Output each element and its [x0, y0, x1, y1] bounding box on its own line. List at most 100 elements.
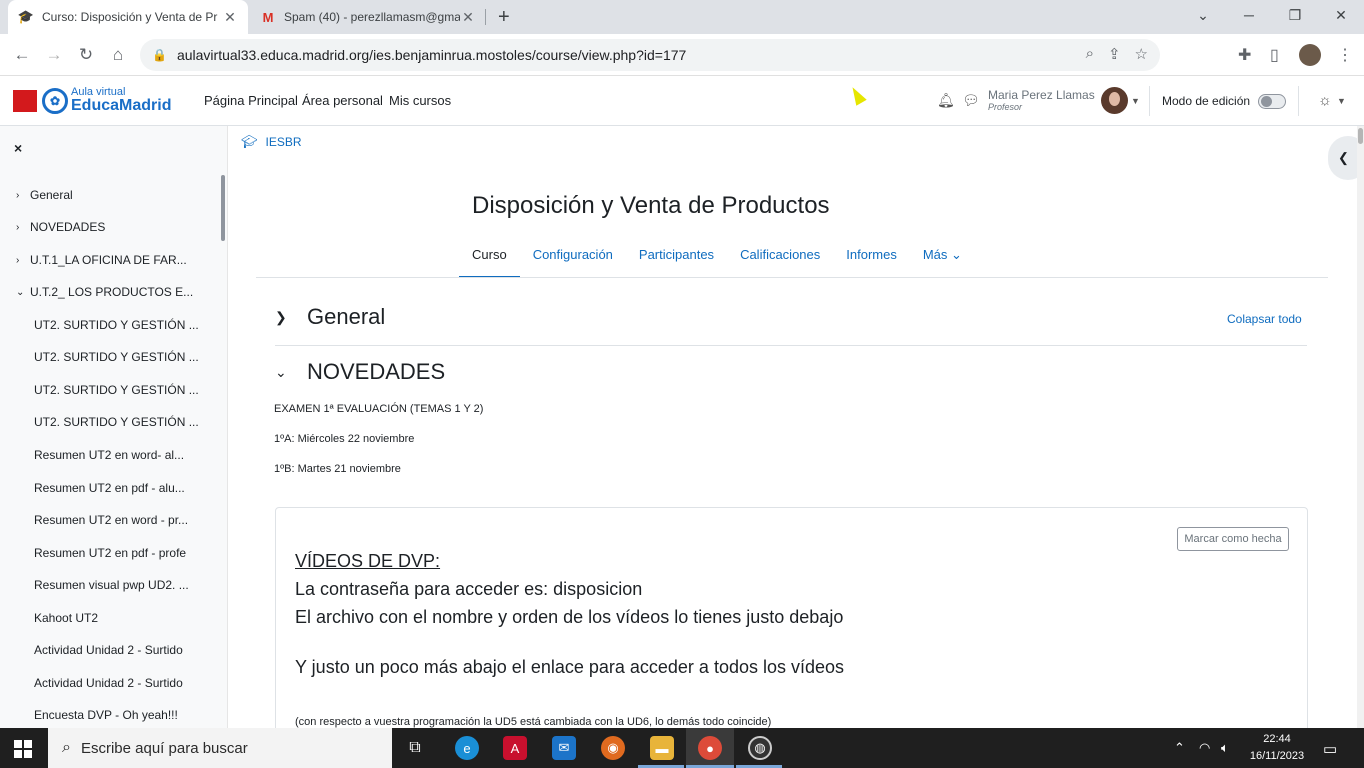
theme-settings-icon[interactable]: ☼ [1318, 92, 1332, 109]
restore-icon[interactable]: ❐ [1272, 0, 1318, 30]
browser-profile-avatar[interactable] [1299, 44, 1321, 66]
drawer-activity[interactable]: Resumen UT2 en pdf - alu... [0, 476, 220, 500]
user-avatar[interactable] [1101, 87, 1128, 114]
logo-bottom-text: EducaMadrid [71, 97, 172, 114]
site-header: ✿ Aula virtual EducaMadrid Página Princi… [0, 76, 1364, 126]
back-icon[interactable]: ← [9, 42, 35, 68]
tab-participants[interactable]: Participantes [626, 244, 727, 278]
nav-home[interactable]: Página Principal [204, 93, 298, 108]
drawer-activity[interactable]: Resumen UT2 en word- al... [0, 443, 220, 467]
exam-date-a: 1ºA: Miércoles 22 noviembre [274, 433, 415, 445]
main-content: 🎓︎ IESBR Disposición y Venta de Producto… [229, 126, 1357, 728]
home-icon[interactable]: ⌂ [105, 42, 131, 68]
tab-search-icon[interactable]: ⌄ [1180, 0, 1226, 30]
vpn-shield-icon[interactable]: ◉ [601, 736, 625, 760]
chevron-right-icon[interactable]: ❯ [275, 309, 307, 326]
drawer-activity[interactable]: Actividad Unidad 2 - Surtido [0, 671, 220, 695]
user-name: Maria Perez Llamas [988, 88, 1095, 102]
drawer-activity[interactable]: Resumen visual pwp UD2. ... [0, 573, 220, 597]
section-general-header[interactable]: ❯ General [275, 304, 385, 330]
close-drawer-icon[interactable]: × [14, 140, 22, 156]
task-view-icon[interactable]: ⧉ [403, 736, 427, 760]
browser-toolbar: ← → ↻ ⌂ 🔒 aulavirtual33.educa.madrid.org… [0, 34, 1364, 76]
tab-grades[interactable]: Calificaciones [727, 244, 833, 278]
tray-chevron-up-icon[interactable]: ⌃ [1174, 740, 1185, 756]
notifications-bell-icon[interactable]: 🔔︎ [937, 92, 955, 109]
search-icon: ⌕ [62, 739, 71, 756]
settings-chevron-down-icon[interactable]: ▼ [1337, 96, 1346, 106]
search-placeholder: Escribe aquí para buscar [80, 739, 248, 757]
chevron-right-icon: › [16, 254, 20, 266]
educamadrid-logo-icon[interactable]: ✿ [42, 88, 68, 114]
new-tab-button[interactable]: + [498, 6, 510, 29]
nav-my-courses[interactable]: Mis cursos [389, 93, 451, 108]
drawer-section-ut1[interactable]: › U.T.1_LA OFICINA DE FAR... [0, 248, 220, 272]
divider [1149, 86, 1150, 116]
drawer-activity[interactable]: Encuesta DVP - Oh yeah!!! [0, 703, 220, 727]
lock-icon: 🔒 [152, 48, 167, 62]
windows-taskbar: ⌕ Escribe aquí para buscar ⧉ e A ✉ ◉ ▬ ●… [0, 728, 1364, 768]
edge-icon[interactable]: e [455, 736, 479, 760]
url-text: aulavirtual33.educa.madrid.org/ies.benja… [176, 47, 687, 63]
minimize-icon[interactable]: ─ [1226, 0, 1272, 30]
chrome-icon[interactable]: ● [698, 736, 722, 760]
drawer-activity[interactable]: UT2. SURTIDO Y GESTIÓN ... [0, 345, 220, 369]
notification-center-icon[interactable]: ▭ [1323, 740, 1337, 758]
drawer-activity[interactable]: UT2. SURTIDO Y GESTIÓN ... [0, 378, 220, 402]
close-window-icon[interactable]: ✕ [1318, 0, 1364, 30]
tab-reports[interactable]: Informes [833, 244, 910, 278]
close-tab-icon[interactable]: ✕ [222, 9, 238, 26]
windows-start-icon[interactable] [14, 740, 32, 758]
drawer-activity[interactable]: UT2. SURTIDO Y GESTIÓN ... [0, 313, 220, 337]
share-icon[interactable]: ⇪ [1108, 45, 1121, 63]
page-scrollbar[interactable] [1357, 126, 1364, 728]
drawer-activity[interactable]: Actividad Unidad 2 - Surtido [0, 638, 220, 662]
drawer-section-ut2[interactable]: ⌄ U.T.2_ LOS PRODUCTOS E... [0, 280, 220, 304]
drawer-scrollbar[interactable] [221, 175, 225, 241]
address-bar[interactable]: 🔒 aulavirtual33.educa.madrid.org/ies.ben… [140, 39, 1160, 71]
tab-title: Curso: Disposición y Venta de Pr [42, 10, 218, 24]
drawer-activity[interactable]: Resumen UT2 en word - pr... [0, 508, 220, 532]
exam-date-b: 1ºB: Martes 21 noviembre [274, 463, 401, 475]
zoom-icon[interactable]: ⌕ [1086, 45, 1094, 63]
acrobat-icon[interactable]: A [503, 736, 527, 760]
volume-icon[interactable]: 🔈︎ [1221, 740, 1229, 756]
obs-recorder-icon[interactable]: ◍ [748, 736, 772, 760]
section-novedades-header[interactable]: ⌄ NOVEDADES [275, 359, 445, 385]
breadcrumb-link[interactable]: IESBR [266, 135, 302, 149]
taskbar-search-box[interactable]: ⌕ Escribe aquí para buscar [48, 728, 392, 768]
wifi-icon[interactable]: ◠ [1199, 740, 1210, 756]
messages-icon[interactable]: 💬︎ [962, 92, 980, 109]
user-menu-chevron-down-icon[interactable]: ▼ [1131, 96, 1140, 106]
nav-dashboard[interactable]: Área personal [302, 93, 383, 108]
tab-course[interactable]: Curso [459, 244, 520, 278]
comunidad-madrid-logo [13, 90, 37, 112]
close-tab-icon[interactable]: ✕ [460, 9, 476, 26]
drawer-activity[interactable]: Kahoot UT2 [0, 606, 220, 630]
drawer-section-novedades[interactable]: › NOVEDADES [0, 215, 220, 239]
edit-mode-toggle[interactable] [1258, 94, 1286, 109]
chevron-down-icon[interactable]: ⌄ [275, 364, 307, 381]
file-explorer-icon[interactable]: ▬ [650, 736, 674, 760]
collapse-all-link[interactable]: Colapsar todo [1227, 312, 1302, 326]
bookmark-star-icon[interactable]: ☆ [1135, 45, 1148, 63]
card-heading: VÍDEOS DE DVP: [295, 551, 441, 571]
drawer-activity[interactable]: Resumen UT2 en pdf - profe [0, 541, 220, 565]
card-note: (con respecto a vuestra programación la … [295, 716, 772, 728]
forward-icon[interactable]: → [41, 42, 67, 68]
mail-icon[interactable]: ✉ [552, 736, 576, 760]
browser-tab-gmail[interactable]: M Spam (40) - perezllamasm@gmail ✕ [250, 0, 486, 34]
side-panel-icon[interactable]: ▯ [1270, 45, 1279, 65]
clock[interactable]: 22:44 16/11/2023 [1248, 731, 1306, 765]
mark-as-done-button[interactable]: Marcar como hecha [1177, 527, 1289, 551]
chrome-menu-icon[interactable]: ⋮ [1337, 45, 1353, 65]
reload-icon[interactable]: ↻ [73, 42, 99, 68]
tab-more[interactable]: Más ⌄ [910, 244, 975, 278]
tab-settings[interactable]: Configuración [520, 244, 626, 278]
drawer-section-general[interactable]: › General [0, 183, 220, 207]
user-role: Profesor [988, 102, 1023, 112]
activity-card: Marcar como hecha VÍDEOS DE DVP: La cont… [275, 507, 1308, 728]
extensions-icon[interactable]: ✚ [1238, 45, 1251, 65]
browser-tab-course[interactable]: 🎓 Curso: Disposición y Venta de Pr ✕ [8, 0, 248, 34]
drawer-activity[interactable]: UT2. SURTIDO Y GESTIÓN ... [0, 410, 220, 434]
